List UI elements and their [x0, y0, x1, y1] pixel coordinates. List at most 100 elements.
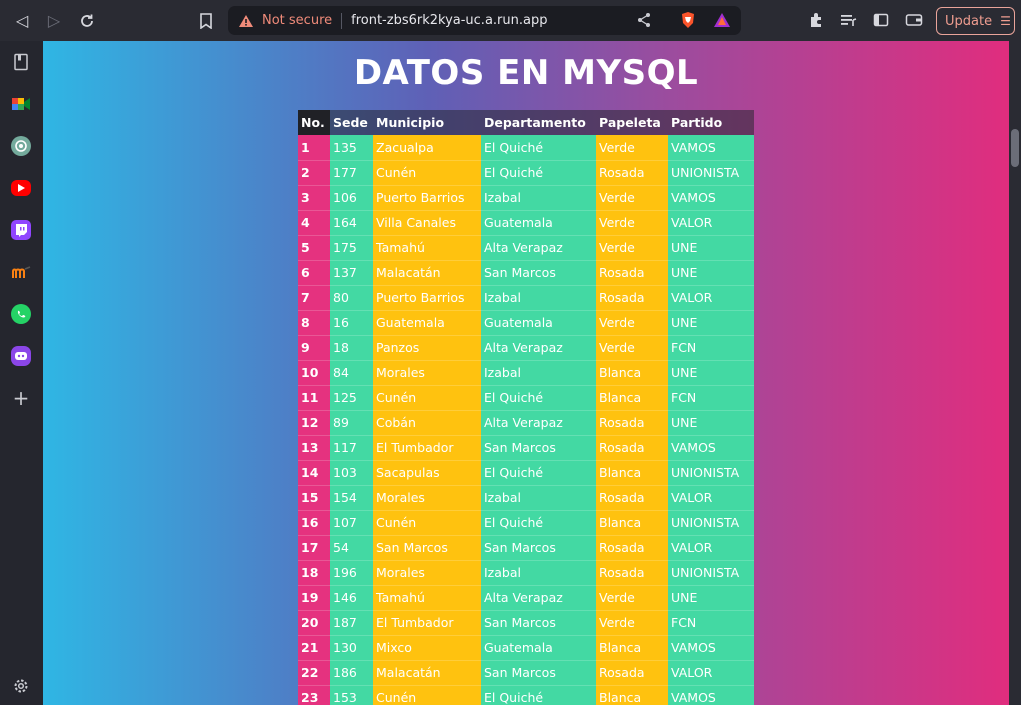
scrollbar-thumb[interactable]	[1011, 129, 1019, 167]
sidebar-icon[interactable]	[872, 11, 890, 29]
brave-rewards-icon[interactable]	[713, 11, 731, 29]
cell-papeleta: Blanca	[596, 385, 668, 411]
table-row: 8 16 Guatemala Guatemala Verde UNE	[298, 310, 754, 336]
wallet-icon[interactable]	[905, 11, 923, 29]
cell-partido: VAMOS	[668, 435, 754, 461]
cell-papeleta: Rosada	[596, 485, 668, 511]
cell-partido: UNE	[668, 410, 754, 436]
url-text[interactable]: front-zbs6rk2kya-uc.a.run.app	[351, 13, 547, 28]
cell-no: 7	[298, 285, 330, 311]
leo-ai-icon[interactable]	[11, 346, 31, 366]
youtube-icon[interactable]	[11, 180, 31, 196]
cell-departamento: Alta Verapaz	[481, 235, 596, 261]
cell-departamento: Guatemala	[481, 635, 596, 661]
cell-municipio: Cunén	[373, 385, 481, 411]
cell-sede: 16	[330, 310, 373, 336]
back-icon[interactable]: ◁	[11, 10, 33, 32]
brave-shield-icon[interactable]	[679, 11, 697, 29]
cell-municipio: Cunén	[373, 160, 481, 186]
cell-partido: VALOR	[668, 210, 754, 236]
table-row: 23 153 Cunén El Quiché Blanca VAMOS	[298, 685, 754, 705]
cell-no: 6	[298, 260, 330, 286]
cell-partido: VALOR	[668, 660, 754, 686]
cell-departamento: Guatemala	[481, 310, 596, 336]
update-button[interactable]: Update ☰	[936, 7, 1015, 35]
cell-municipio: Puerto Barrios	[373, 185, 481, 211]
cell-no: 18	[298, 560, 330, 586]
cell-departamento: Alta Verapaz	[481, 335, 596, 361]
menu-icon: ☰	[1000, 14, 1011, 28]
cell-sede: 137	[330, 260, 373, 286]
cell-no: 10	[298, 360, 330, 386]
cell-sede: 107	[330, 510, 373, 536]
cell-papeleta: Rosada	[596, 260, 668, 286]
reload-icon[interactable]	[76, 10, 98, 32]
cell-departamento: Izabal	[481, 485, 596, 511]
moodle-icon[interactable]	[11, 262, 31, 282]
page-title: DATOS EN MYSQL	[353, 53, 699, 93]
cell-municipio: Morales	[373, 360, 481, 386]
cell-partido: UNIONISTA	[668, 160, 754, 186]
cell-papeleta: Verde	[596, 610, 668, 636]
cell-sede: 175	[330, 235, 373, 261]
cell-sede: 164	[330, 210, 373, 236]
cell-departamento: Alta Verapaz	[481, 585, 596, 611]
header-no: No.	[298, 110, 330, 135]
table-header-row: No. Sede Municipio Departamento Papeleta…	[298, 110, 754, 135]
header-sede: Sede	[330, 110, 373, 135]
header-partido: Partido	[668, 110, 754, 135]
table-row: 6 137 Malacatán San Marcos Rosada UNE	[298, 260, 754, 286]
reading-list-icon[interactable]	[11, 52, 31, 72]
page-scrollbar[interactable]	[1009, 41, 1021, 705]
forward-icon[interactable]: ▷	[43, 10, 65, 32]
cell-departamento: El Quiché	[481, 160, 596, 186]
whatsapp-icon[interactable]	[11, 304, 31, 324]
cell-departamento: El Quiché	[481, 685, 596, 705]
cell-partido: FCN	[668, 385, 754, 411]
cell-departamento: Izabal	[481, 185, 596, 211]
cell-sede: 130	[330, 635, 373, 661]
playlist-icon[interactable]	[840, 11, 858, 29]
cell-sede: 54	[330, 535, 373, 561]
cell-municipio: Panzos	[373, 335, 481, 361]
cell-sede: 18	[330, 335, 373, 361]
cell-partido: UNE	[668, 360, 754, 386]
cell-municipio: Morales	[373, 485, 481, 511]
cell-papeleta: Blanca	[596, 635, 668, 661]
table-row: 9 18 Panzos Alta Verapaz Verde FCN	[298, 335, 754, 361]
cell-papeleta: Verde	[596, 185, 668, 211]
cell-municipio: Zacualpa	[373, 135, 481, 161]
cell-sede: 125	[330, 385, 373, 411]
cell-no: 12	[298, 410, 330, 436]
address-bar[interactable]: Not secure front-zbs6rk2kya-uc.a.run.app	[228, 6, 741, 35]
cell-papeleta: Verde	[596, 235, 668, 261]
extensions-icon[interactable]	[807, 11, 825, 29]
cell-no: 3	[298, 185, 330, 211]
browser-sidebar: +	[0, 41, 43, 705]
cell-municipio: Tamahú	[373, 585, 481, 611]
cell-sede: 146	[330, 585, 373, 611]
twitch-icon[interactable]	[11, 220, 31, 240]
cell-partido: FCN	[668, 610, 754, 636]
not-secure-label[interactable]: Not secure	[262, 13, 332, 28]
table-row: 14 103 Sacapulas El Quiché Blanca UNIONISTA	[298, 460, 754, 486]
add-icon[interactable]: +	[11, 386, 31, 410]
table-row: 16 107 Cunén El Quiché Blanca UNIONISTA	[298, 510, 754, 536]
cell-departamento: San Marcos	[481, 435, 596, 461]
settings-icon[interactable]	[11, 676, 31, 696]
cell-partido: VAMOS	[668, 185, 754, 211]
cell-sede: 135	[330, 135, 373, 161]
google-meet-icon[interactable]	[11, 94, 31, 114]
cell-papeleta: Blanca	[596, 360, 668, 386]
chatgpt-icon[interactable]	[11, 136, 31, 156]
cell-sede: 177	[330, 160, 373, 186]
cell-sede: 89	[330, 410, 373, 436]
cell-sede: 80	[330, 285, 373, 311]
cell-no: 21	[298, 635, 330, 661]
cell-municipio: El Tumbador	[373, 610, 481, 636]
cell-no: 20	[298, 610, 330, 636]
bookmark-icon[interactable]	[195, 10, 217, 32]
cell-sede: 153	[330, 685, 373, 705]
table-row: 15 154 Morales Izabal Rosada VALOR	[298, 485, 754, 511]
share-icon[interactable]	[636, 12, 652, 28]
